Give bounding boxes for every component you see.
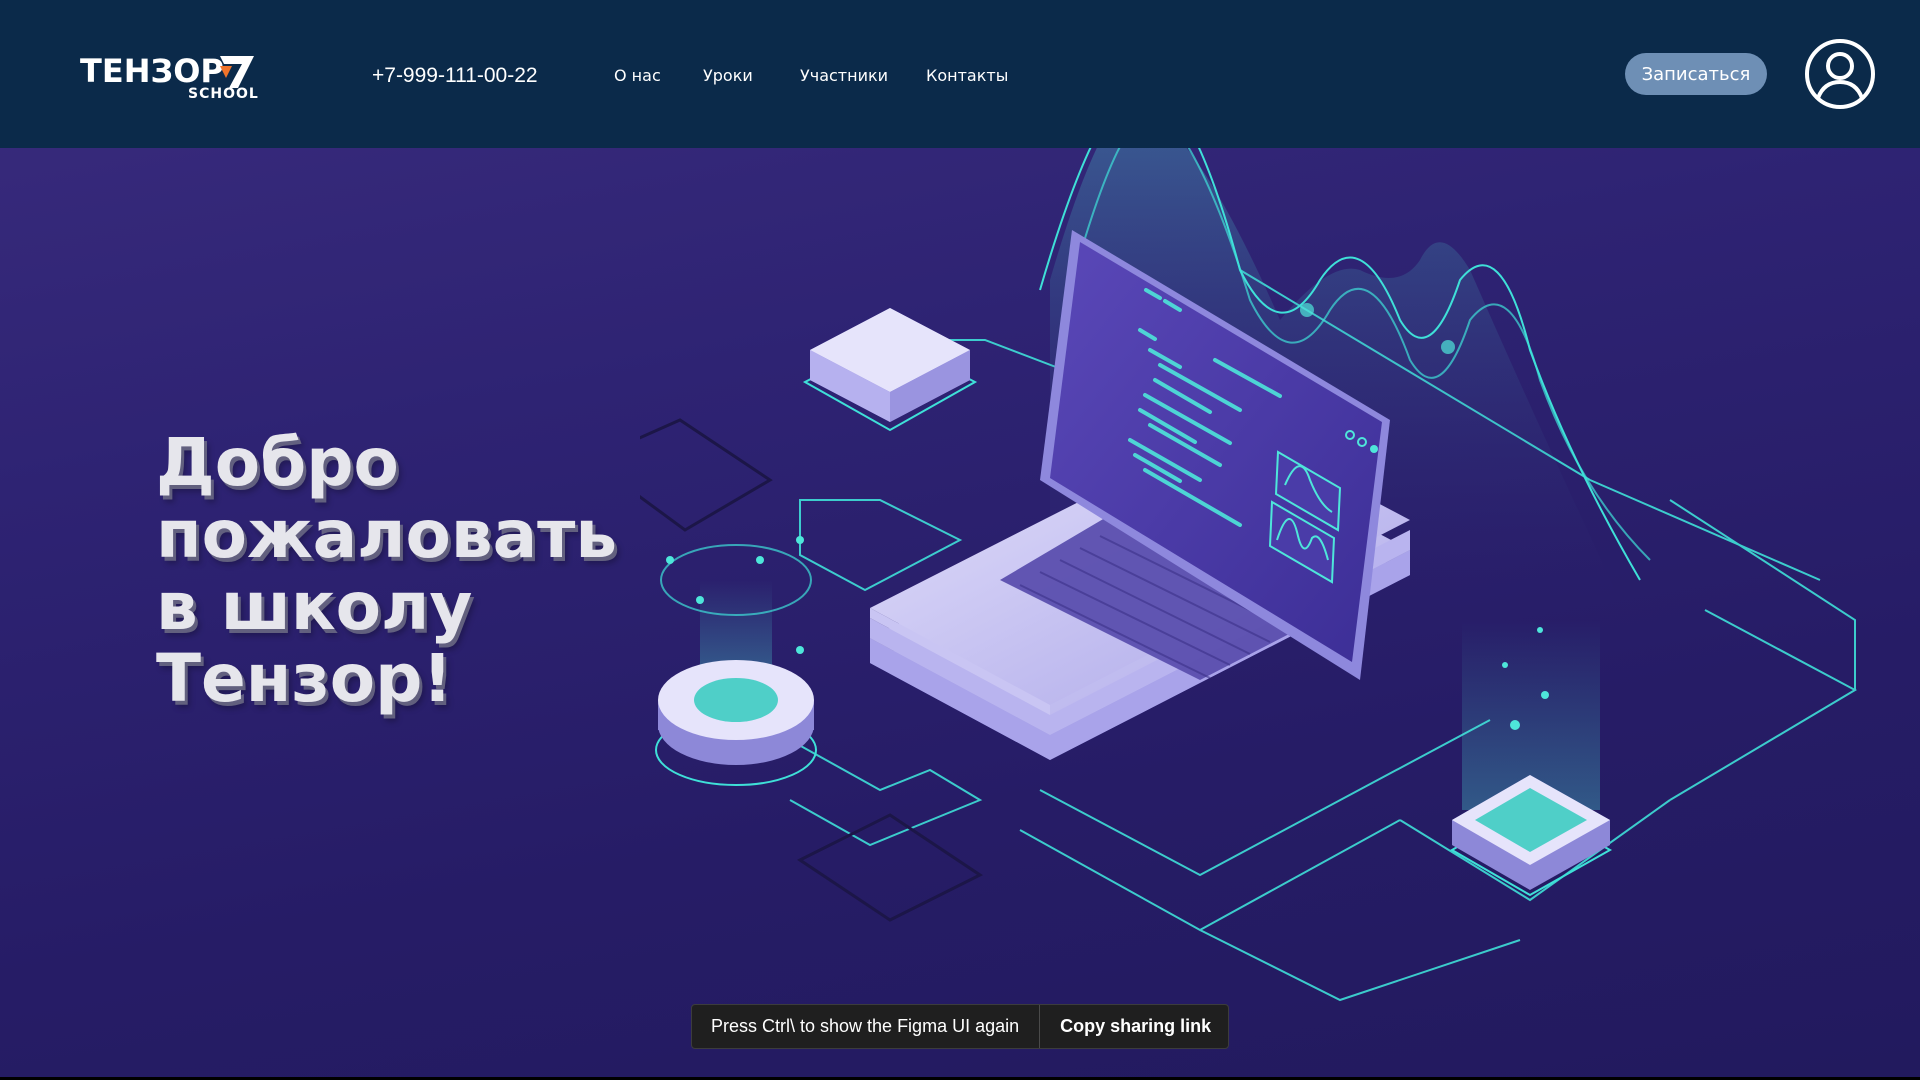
headline-line: в школу	[156, 568, 473, 645]
site-header: ТЕНЗОР SCHOOL +7-999-111-00-22 О нас Уро…	[0, 0, 1920, 148]
hero-headline: Добро пожаловать в школу Тензор!	[156, 427, 716, 715]
figma-notice-bar: Press Ctrl\ to show the Figma UI again C…	[691, 1004, 1229, 1049]
headline-line: Тензор!	[156, 640, 453, 717]
logo-seven-icon	[220, 56, 254, 88]
cube-left	[802, 308, 978, 432]
pad-right	[1449, 620, 1613, 897]
user-avatar-icon[interactable]	[1804, 38, 1876, 110]
logo-subtitle: SCHOOL	[188, 86, 259, 102]
logo-wordmark: ТЕНЗОР	[80, 52, 224, 90]
nav-item-members[interactable]: Участники	[800, 66, 888, 85]
logo[interactable]: ТЕНЗОР SCHOOL	[80, 52, 260, 102]
nav-item-contacts[interactable]: Контакты	[926, 66, 1008, 85]
signup-button[interactable]: Записаться	[1625, 53, 1767, 95]
headline-line: Добро	[156, 424, 399, 501]
hero-section: Добро пожаловать в школу Тензор!	[0, 0, 1920, 1077]
headline-line: пожаловать	[156, 496, 618, 573]
nav-item-about[interactable]: О нас	[614, 66, 661, 85]
figma-notice-message: Press Ctrl\ to show the Figma UI again	[692, 1005, 1041, 1048]
hero-illustration	[640, 83, 1858, 1002]
nav-item-lessons[interactable]: Уроки	[703, 66, 753, 85]
copy-sharing-link-button[interactable]: Copy sharing link	[1040, 1005, 1230, 1048]
phone-number[interactable]: +7-999-111-00-22	[372, 64, 538, 88]
